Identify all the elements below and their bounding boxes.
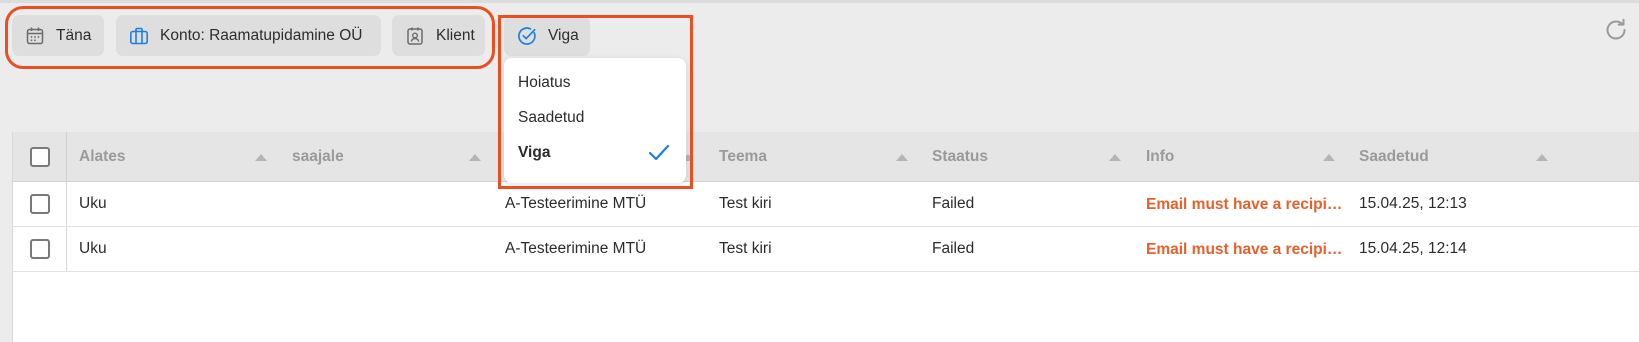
refresh-button[interactable] — [1603, 17, 1629, 43]
sort-sent-icon[interactable] — [1536, 154, 1548, 161]
account-filter-label: Konto: Raamatupidamine OÜ — [160, 26, 363, 44]
row-select-cell — [13, 227, 67, 271]
status-option-label: Saadetud — [518, 109, 585, 126]
cell-status: Failed — [932, 240, 975, 257]
status-option-label: Hoiatus — [518, 74, 571, 91]
cell-subject: Test kiri — [719, 240, 772, 257]
top-divider — [0, 0, 1639, 3]
status-option-sent[interactable]: Saadetud — [518, 103, 678, 133]
account-filter-chip[interactable]: Konto: Raamatupidamine OÜ — [116, 15, 381, 56]
status-filter-label: Viga — [548, 27, 579, 44]
sort-info-icon[interactable] — [1323, 154, 1335, 161]
table-header: Alates saajale Teema Staatus Info Saadet… — [13, 132, 1639, 182]
cell-info: Email must have a recipient — [1146, 182, 1346, 226]
error-info-text: Email must have a recipient — [1146, 240, 1346, 258]
row-checkbox[interactable] — [29, 239, 50, 259]
status-option-label: Viga — [518, 144, 551, 161]
cell-status: Failed — [932, 195, 975, 212]
cell-sent: 15.04.25, 12:14 — [1359, 240, 1467, 257]
column-header-status[interactable]: Staatus — [932, 132, 988, 181]
briefcase-icon — [129, 27, 148, 44]
row-checkbox[interactable] — [29, 194, 50, 214]
cell-company: A-Testeerimine MTÜ — [505, 195, 647, 212]
status-option-warning[interactable]: Hoiatus — [518, 68, 678, 98]
sort-from-icon[interactable] — [255, 154, 267, 161]
sort-subject-icon[interactable] — [896, 154, 908, 161]
select-all-checkbox[interactable] — [29, 146, 50, 167]
client-filter-chip[interactable]: Klient — [392, 15, 485, 56]
messages-table: Alates saajale Teema Staatus Info Saadet… — [12, 132, 1639, 342]
date-filter-chip[interactable]: Täna — [12, 15, 104, 56]
column-header-sent[interactable]: Saadetud — [1359, 132, 1429, 181]
status-option-error[interactable]: Viga — [518, 138, 678, 168]
table-row[interactable]: Uku A-Testeerimine MTÜ Test kiri Failed … — [13, 227, 1639, 272]
contact-card-icon — [407, 27, 423, 45]
column-header-recipient[interactable]: saajale — [292, 132, 344, 181]
column-header-subject[interactable]: Teema — [719, 132, 767, 181]
select-all-cell — [13, 132, 67, 181]
status-filter-chip[interactable]: Viga — [504, 16, 590, 56]
cell-company: A-Testeerimine MTÜ — [505, 240, 647, 257]
status-dropdown-menu: Hoiatus Saadetud Viga — [504, 58, 686, 183]
column-header-info[interactable]: Info — [1146, 132, 1174, 181]
date-filter-label: Täna — [56, 26, 92, 44]
sort-status-icon[interactable] — [1109, 154, 1121, 161]
table-row[interactable]: Uku A-Testeerimine MTÜ Test kiri Failed … — [13, 182, 1639, 227]
cell-sent: 15.04.25, 12:13 — [1359, 195, 1467, 212]
checkmark-icon — [648, 144, 670, 161]
refresh-icon — [1606, 18, 1626, 40]
error-info-text: Email must have a recipient — [1146, 195, 1346, 213]
check-circle-icon — [518, 27, 536, 45]
column-header-from[interactable]: Alates — [79, 132, 126, 181]
sort-recipient-icon[interactable] — [469, 154, 481, 161]
cell-info: Email must have a recipient — [1146, 227, 1346, 271]
calendar-icon — [26, 27, 44, 44]
cell-from: Uku — [79, 195, 107, 212]
cell-from: Uku — [79, 240, 107, 257]
cell-subject: Test kiri — [719, 195, 772, 212]
row-select-cell — [13, 182, 67, 226]
client-filter-label: Klient — [436, 26, 475, 44]
